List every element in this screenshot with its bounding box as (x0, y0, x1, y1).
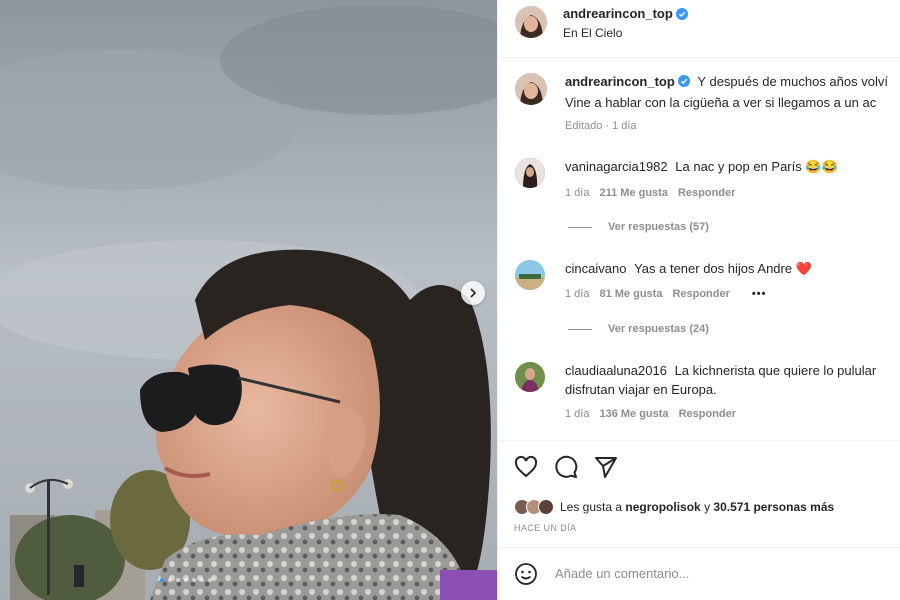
comment-likes[interactable]: 136 Me gusta (599, 408, 668, 420)
comment-time[interactable]: 1 día (565, 408, 589, 420)
comment-input[interactable]: Añade un comentario... (555, 566, 689, 581)
carousel-dot (200, 578, 204, 582)
likes-prefix: Les gusta a (560, 500, 623, 514)
likes-user[interactable]: negropolisok (625, 500, 700, 514)
liker-avatar (538, 499, 554, 515)
author-avatar[interactable] (515, 6, 547, 38)
likes-count[interactable]: 30.571 personas más (713, 500, 834, 514)
divider-line (568, 226, 592, 228)
comment-text: Yas a tener dos hijos Andre ❤️ (634, 261, 812, 276)
comment-username[interactable]: vaninagarcia1982 (565, 159, 668, 174)
comment-avatar[interactable] (515, 362, 545, 392)
comment-time[interactable]: 1 día (565, 288, 589, 300)
caption-text-line2: Vine a hablar con la cigüeña a ver si ll… (565, 95, 877, 110)
comment-username[interactable]: claudiaaluna2016 (565, 363, 667, 378)
carousel-dot (160, 578, 164, 582)
carousel-indicator (160, 578, 212, 582)
emoji-icon[interactable] (514, 562, 538, 586)
comment-avatar[interactable] (515, 158, 545, 188)
comment-likes[interactable]: 81 Me gusta (599, 288, 662, 300)
caption-username[interactable]: andrearincon_top (565, 74, 675, 89)
comment-avatar[interactable] (515, 260, 545, 290)
carousel-dot (184, 578, 188, 582)
comment-text-line1: La kichnerista que quiere lo pulular (674, 363, 877, 378)
view-replies-label: Ver respuestas (57) (608, 221, 709, 233)
instagram-post-window: andrearincon_top En El Cielo andrearinco… (0, 0, 900, 600)
more-options-icon[interactable]: ••• (752, 288, 767, 300)
comment-username[interactable]: cincaivano (565, 261, 626, 276)
post-photo-image (0, 0, 497, 600)
chevron-right-icon (470, 288, 477, 298)
liker-avatars (514, 499, 554, 515)
carousel-dot (192, 578, 196, 582)
caption-avatar[interactable] (515, 73, 547, 105)
carousel-dot (208, 578, 212, 582)
likes-joiner: y (704, 500, 711, 514)
caption-meta: Editado · 1 día (565, 120, 637, 132)
divider-line (568, 328, 592, 330)
view-replies-button[interactable]: Ver respuestas (24) (568, 323, 709, 335)
reply-button[interactable]: Responder (672, 288, 729, 300)
view-replies-button[interactable]: Ver respuestas (57) (568, 221, 709, 233)
comment-text: La nac y pop en París 😂😂 (675, 159, 838, 174)
action-icons (514, 455, 618, 479)
verified-badge-icon (675, 7, 688, 20)
post-actions: Les gusta a negropolisok y 30.571 person… (498, 440, 900, 590)
likes-summary[interactable]: Les gusta a negropolisok y 30.571 person… (514, 499, 834, 515)
author-username[interactable]: andrearincon_top (563, 6, 673, 21)
comment-icon[interactable] (554, 455, 578, 479)
carousel-dot (168, 578, 172, 582)
reply-button[interactable]: Responder (678, 187, 735, 199)
share-icon[interactable] (594, 455, 618, 479)
next-image-button[interactable] (461, 281, 485, 305)
carousel-dot (176, 578, 180, 582)
post-time-ago[interactable]: HACE UN DÍA (514, 523, 576, 533)
post-side-panel: andrearincon_top En El Cielo andrearinco… (497, 0, 900, 600)
post-photo[interactable] (0, 0, 497, 600)
verified-badge-icon (677, 75, 690, 87)
comment-likes[interactable]: 211 Me gusta (599, 187, 667, 199)
post-location[interactable]: En El Cielo (563, 26, 622, 40)
comment-time[interactable]: 1 día (565, 187, 589, 199)
add-comment-bar: Añade un comentario... (498, 547, 900, 597)
caption-text-line1: Y después de muchos años volví (697, 74, 888, 89)
comment-text-line2: disfrutan viajar en Europa. (565, 382, 717, 397)
reply-button[interactable]: Responder (679, 408, 736, 420)
view-replies-label: Ver respuestas (24) (608, 323, 709, 335)
heart-icon[interactable] (514, 455, 538, 479)
post-header: andrearincon_top En El Cielo (498, 0, 900, 58)
